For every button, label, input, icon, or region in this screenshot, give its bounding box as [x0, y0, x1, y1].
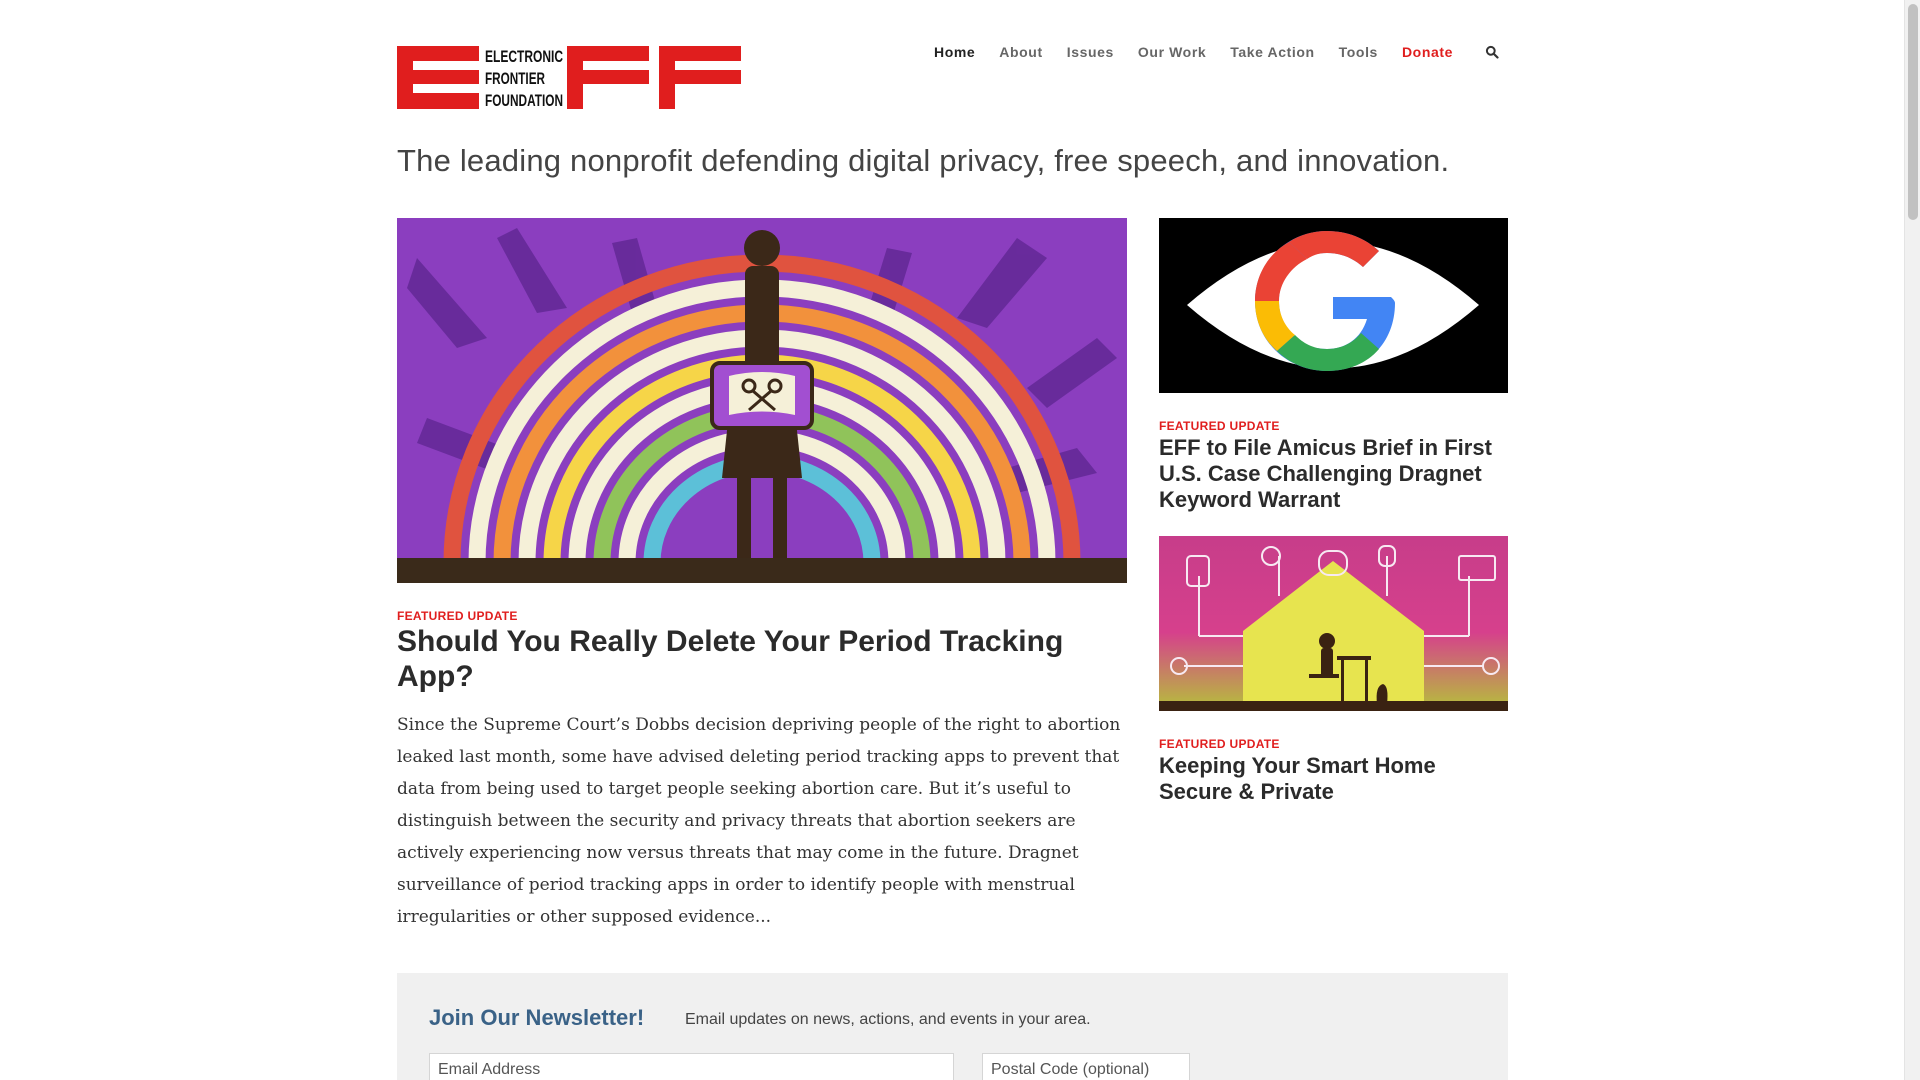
side-feature-title[interactable]: Keeping Your Smart Home Secure & Private [1159, 753, 1508, 805]
scrollbar-thumb[interactable] [1908, 4, 1918, 220]
nav-home[interactable]: Home [934, 44, 975, 60]
newsletter-subtitle: Email updates on news, actions, and even… [685, 1011, 1091, 1028]
page-scrollbar[interactable] [1904, 0, 1920, 1080]
nav-our-work[interactable]: Our Work [1138, 44, 1206, 60]
postal-code-field[interactable] [982, 1053, 1190, 1080]
nav-take-action[interactable]: Take Action [1230, 44, 1314, 60]
svg-text:FRONTIER: FRONTIER [485, 69, 545, 88]
nav-about[interactable]: About [999, 44, 1042, 60]
side-feature-kicker: FEATURED UPDATE [1159, 419, 1280, 433]
nav-issues[interactable]: Issues [1067, 44, 1114, 60]
search-icon[interactable] [1483, 43, 1501, 61]
main-feature-title[interactable]: Should You Really Delete Your Period Tra… [397, 624, 1087, 694]
main-feature-excerpt: Since the Supreme Court’s Dobbs decision… [397, 715, 1121, 927]
email-field[interactable] [429, 1053, 954, 1080]
featured-image-period-tracking[interactable] [397, 218, 1127, 583]
newsletter-title: Join Our Newsletter! [429, 1005, 645, 1030]
eff-logo[interactable]: ELECTRONIC FRONTIER FOUNDATION [397, 46, 741, 132]
nav-donate[interactable]: Donate [1402, 44, 1453, 60]
svg-text:ELECTRONIC: ELECTRONIC [485, 47, 563, 66]
svg-text:FOUNDATION: FOUNDATION [485, 91, 563, 109]
main-nav: Home About Issues Our Work Take Action T… [934, 42, 1501, 62]
side-feature-kicker: FEATURED UPDATE [1159, 737, 1280, 751]
featured-image-smart-home[interactable] [1159, 536, 1508, 711]
nav-tools[interactable]: Tools [1339, 44, 1378, 60]
newsletter-section: Join Our Newsletter! Email updates on ne… [397, 973, 1508, 1080]
main-feature-kicker: FEATURED UPDATE [397, 609, 518, 623]
site-tagline: The leading nonprofit defending digital … [397, 143, 1450, 178]
page: ELECTRONIC FRONTIER FOUNDATION Home Abou… [0, 0, 1904, 1080]
featured-image-google-eye[interactable] [1159, 218, 1508, 393]
side-feature-title[interactable]: EFF to File Amicus Brief in First U.S. C… [1159, 435, 1508, 513]
